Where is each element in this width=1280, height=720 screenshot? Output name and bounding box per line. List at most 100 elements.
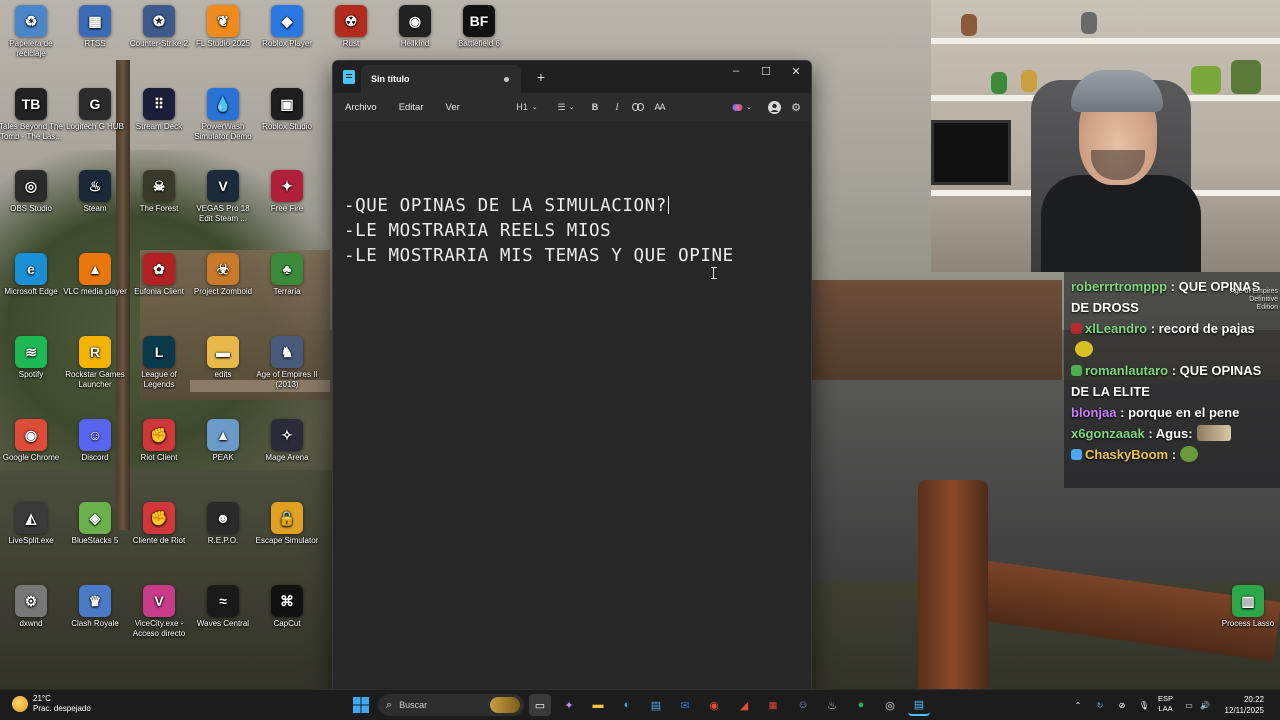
list-dropdown[interactable]: ☰ ⌄: [553, 93, 579, 121]
desktop-icon[interactable]: ◈ BlueStacks 5: [62, 502, 128, 546]
volume-button[interactable]: 🔊: [1198, 690, 1212, 720]
minimize-button[interactable]: –: [721, 61, 751, 81]
file-explorer-button[interactable]: ▬: [587, 694, 609, 716]
desktop-icon[interactable]: ▬ edits: [190, 336, 256, 380]
desktop-icon[interactable]: ≈ Waves Central: [190, 585, 256, 629]
tray-app-button[interactable]: ↻: [1092, 690, 1108, 720]
desktop-icon[interactable]: TB Tales Beyond The Tomb - The Las...: [0, 88, 64, 142]
tray-mic-button[interactable]: 🎙: [1136, 690, 1152, 720]
account-button[interactable]: [765, 93, 783, 121]
chat-username[interactable]: roberrrtromppp: [1071, 279, 1167, 294]
notepad-taskbar-button[interactable]: ▤: [908, 694, 930, 716]
taskbar-clock[interactable]: 20:22 12/11/2025: [1225, 694, 1264, 716]
outlook-taskbar-button[interactable]: ✉: [674, 694, 696, 716]
tab-sin-titulo[interactable]: Sin título: [361, 65, 521, 93]
steam-taskbar-button[interactable]: ♨: [821, 694, 843, 716]
desktop-icon[interactable]: L League of Legends: [126, 336, 192, 390]
desktop-icon[interactable]: ❦ FL Studio 2025: [190, 5, 256, 49]
start-button[interactable]: [350, 694, 372, 716]
weather-widget[interactable]: 21°C Prac. despejado: [12, 694, 91, 714]
tray-overflow-button[interactable]: ⌃: [1070, 690, 1086, 720]
desktop-icon[interactable]: ☣ Project Zomboid: [190, 253, 256, 297]
chat-username[interactable]: xlLeandro: [1085, 321, 1147, 336]
italic-button[interactable]: I: [609, 93, 625, 121]
desktop-icon[interactable]: ♞ Age of Empires II (2013): [254, 336, 320, 390]
desktop-icon[interactable]: ♣ Terraria: [254, 253, 320, 297]
desktop-icon[interactable]: ⌘ CapCut: [254, 585, 320, 629]
desktop-icon[interactable]: ◉ Hellkind: [382, 5, 448, 49]
desktop-icon[interactable]: ☢ Rust: [318, 5, 384, 49]
network-button[interactable]: ▭: [1182, 690, 1196, 720]
desktop-icon[interactable]: ♨ Steam: [62, 170, 128, 214]
link-button[interactable]: [629, 93, 647, 121]
copilot-taskbar-button[interactable]: ✦: [558, 694, 580, 716]
streaming-app-taskbar-button[interactable]: ◢: [733, 694, 755, 716]
desktop-icon[interactable]: e Microsoft Edge: [0, 253, 64, 297]
desktop-icon[interactable]: ☻ R.E.P.O.: [190, 502, 256, 546]
desktop-icon[interactable]: ✪ Counter-Strike 2: [126, 5, 192, 49]
obs-taskbar-button[interactable]: ◎: [879, 694, 901, 716]
desktop-icon[interactable]: ✊ Riot Client: [126, 419, 192, 463]
desktop-icon[interactable]: ▥ Process Lasso: [1215, 585, 1280, 629]
desktop-icon[interactable]: ✧ Mage Arena: [254, 419, 320, 463]
menu-archivo[interactable]: Archivo: [341, 98, 381, 117]
desktop-icon[interactable]: ☺ Discord: [62, 419, 128, 463]
heading-dropdown[interactable]: H1 ⌄: [513, 93, 541, 121]
chat-username[interactable]: blonjaa: [1071, 405, 1117, 420]
desktop-icon[interactable]: ◆ Roblox Player: [254, 5, 320, 49]
vegas-icon: V: [207, 170, 239, 202]
maximize-button[interactable]: ☐: [751, 61, 781, 81]
store-taskbar-button[interactable]: ▤: [645, 694, 667, 716]
chat-username[interactable]: romanlautaro: [1085, 363, 1168, 378]
desktop-icon[interactable]: ◎ OBS Studio: [0, 170, 64, 214]
desktop-icon[interactable]: ☠ The Forest: [126, 170, 192, 214]
notepad-titlebar[interactable]: Sin título + – ☐ ✕: [333, 61, 811, 93]
desktop-icon[interactable]: ✿ Eufonia Client: [126, 253, 192, 297]
desktop-icon[interactable]: ⚙ dxwnd: [0, 585, 64, 629]
desktop-icon[interactable]: 🔒 Escape Simulator: [254, 502, 320, 546]
desktop-icon[interactable]: ◭ LiveSplit.exe: [0, 502, 64, 546]
unsaved-dot-icon[interactable]: [504, 77, 509, 82]
desktop-icon[interactable]: ▲ VLC media player: [62, 253, 128, 297]
discord-taskbar-button[interactable]: ☺: [792, 694, 814, 716]
menu-editar[interactable]: Editar: [395, 98, 428, 117]
desktop-icon-label: Google Chrome: [2, 453, 60, 462]
desktop-icon[interactable]: ♻ Papelera de reciclaje: [0, 5, 64, 59]
desktop-icon[interactable]: BF Battlefield 6: [446, 5, 512, 49]
desktop-icon[interactable]: ▦ RTSS: [62, 5, 128, 49]
desktop-icon[interactable]: ▣ Roblox Studio: [254, 88, 320, 132]
notepad-window[interactable]: Sin título + – ☐ ✕ Archivo Editar Ver H1…: [332, 60, 812, 690]
task-view-button[interactable]: ▭: [529, 694, 551, 716]
desktop-icon[interactable]: R Rockstar Games Launcher: [62, 336, 128, 390]
notepad-editor[interactable]: -QUE OPINAS DE LA SIMULACION? -LE MOSTRA…: [333, 121, 811, 689]
chrome-taskbar-button[interactable]: ◉: [703, 694, 725, 716]
chat-username[interactable]: x6gonzaaak: [1071, 426, 1145, 441]
desktop-icon[interactable]: 💧 PowerWash Simulator Demo: [190, 88, 256, 142]
desktop-icon[interactable]: G Logitech G HUB: [62, 88, 128, 132]
edge-icon: e: [15, 253, 47, 285]
roblox-studio-icon: ▣: [271, 88, 303, 120]
desktop-icon[interactable]: ▲ PEAK: [190, 419, 256, 463]
desktop-icon[interactable]: ◉ Google Chrome: [0, 419, 64, 463]
desktop-icon[interactable]: V VEGAS Pro 18 Edit Steam ...: [190, 170, 256, 224]
taskbar-search[interactable]: ⌕ Buscar: [378, 694, 524, 716]
close-button[interactable]: ✕: [781, 61, 811, 81]
edge-taskbar-button[interactable]: ◐: [616, 694, 638, 716]
chat-username[interactable]: ChaskyBoom: [1085, 447, 1168, 462]
new-tab-plus-icon[interactable]: +: [533, 69, 549, 85]
game-taskbar-button[interactable]: ▦: [762, 694, 784, 716]
copilot-dropdown[interactable]: ⌄: [729, 93, 755, 121]
desktop-icon[interactable]: ✊ Cliente de Riot: [126, 502, 192, 546]
clear-format-button[interactable]: Ꜳ: [651, 93, 669, 121]
desktop-icon[interactable]: ♛ Clash Royale: [62, 585, 128, 629]
tray-app-button[interactable]: ⊘: [1114, 690, 1130, 720]
desktop-icon[interactable]: ≋ Spotify: [0, 336, 64, 380]
desktop-icon[interactable]: V ViceCity.exe - Acceso directo: [126, 585, 192, 639]
settings-button[interactable]: ⚙: [787, 93, 805, 121]
spotify-taskbar-button[interactable]: ●: [850, 694, 872, 716]
menu-ver[interactable]: Ver: [442, 98, 464, 117]
bold-button[interactable]: B: [587, 93, 603, 121]
desktop-icon[interactable]: ⠿ Stream Deck: [126, 88, 192, 132]
language-indicator[interactable]: ESP LAA: [1158, 694, 1173, 714]
desktop-icon[interactable]: ✦ Free Fire: [254, 170, 320, 214]
